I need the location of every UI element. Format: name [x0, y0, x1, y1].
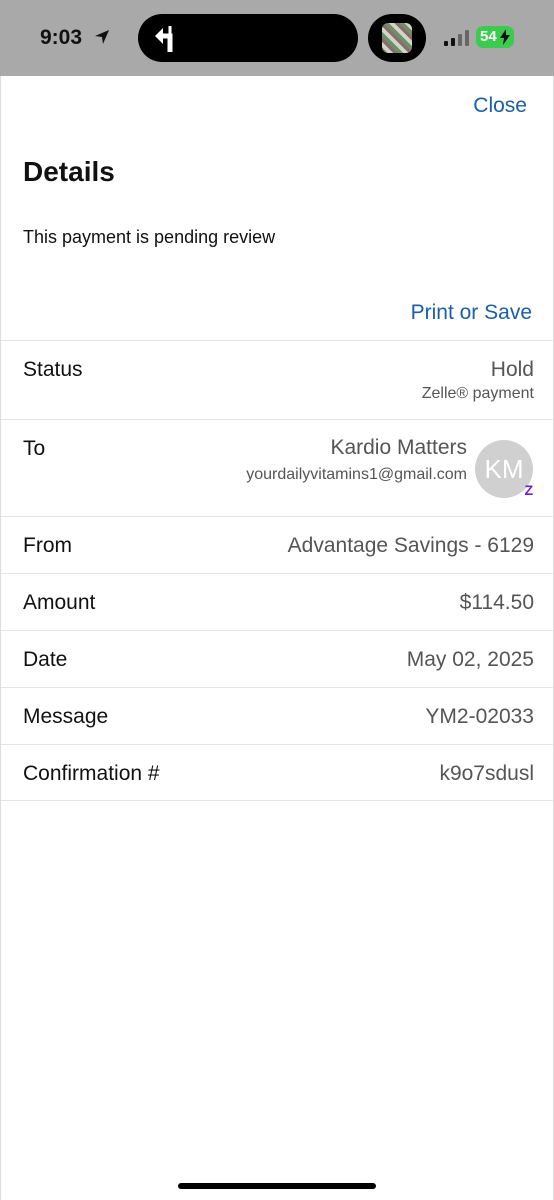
to-label: To — [23, 437, 46, 460]
confirmation-label: Confirmation # — [23, 762, 160, 785]
thumbnail-image — [382, 23, 412, 53]
row-to: To Kardio Matters yourdailyvitamins1@gma… — [1, 419, 554, 516]
amount-value: $114.50 — [459, 591, 534, 614]
live-activity-thumbnail[interactable] — [368, 14, 426, 62]
signal-icon — [444, 30, 469, 46]
status-label: Status — [23, 358, 83, 381]
row-status: Status Hold Zelle® payment — [1, 340, 554, 419]
battery-level: 54 — [480, 28, 497, 45]
recipient-name: Kardio Matters — [330, 436, 467, 459]
home-indicator[interactable] — [178, 1183, 376, 1189]
payment-details-sheet: Close Details This payment is pending re… — [0, 76, 554, 1200]
amount-label: Amount — [23, 591, 96, 614]
row-confirmation: Confirmation # k9o7sdusl — [1, 744, 554, 801]
zelle-icon: Z — [524, 482, 533, 498]
recipient-email: yourdailyvitamins1@gmail.com — [246, 466, 467, 483]
row-message: Message YM2-02033 — [1, 687, 554, 744]
pending-review-notice: This payment is pending review — [23, 227, 276, 247]
details-list: Status Hold Zelle® payment To Kardio Mat… — [1, 340, 554, 801]
location-arrow-icon — [95, 30, 109, 44]
close-button[interactable]: Close — [473, 94, 527, 118]
page-title: Details — [23, 156, 115, 187]
row-amount: Amount $114.50 — [1, 573, 554, 630]
row-date: Date May 02, 2025 — [1, 630, 554, 687]
row-from: From Advantage Savings - 6129 — [1, 516, 554, 573]
payment-type: Zelle® payment — [421, 385, 534, 402]
from-value: Advantage Savings - 6129 — [287, 534, 534, 557]
message-label: Message — [23, 705, 109, 728]
turn-left-icon — [155, 26, 173, 52]
status-bar: 9:03 54 — [0, 0, 554, 76]
date-label: Date — [23, 648, 68, 671]
date-value: May 02, 2025 — [406, 648, 534, 671]
message-value: YM2-02033 — [425, 705, 534, 728]
from-label: From — [23, 534, 72, 557]
battery-indicator: 54 — [476, 26, 514, 48]
status-time: 9:03 — [40, 26, 83, 49]
dynamic-island[interactable] — [138, 14, 358, 62]
charging-bolt-icon — [500, 29, 510, 45]
status-value: Hold — [490, 358, 534, 381]
confirmation-value: k9o7sdusl — [439, 762, 534, 785]
print-or-save-button[interactable]: Print or Save — [411, 301, 532, 325]
